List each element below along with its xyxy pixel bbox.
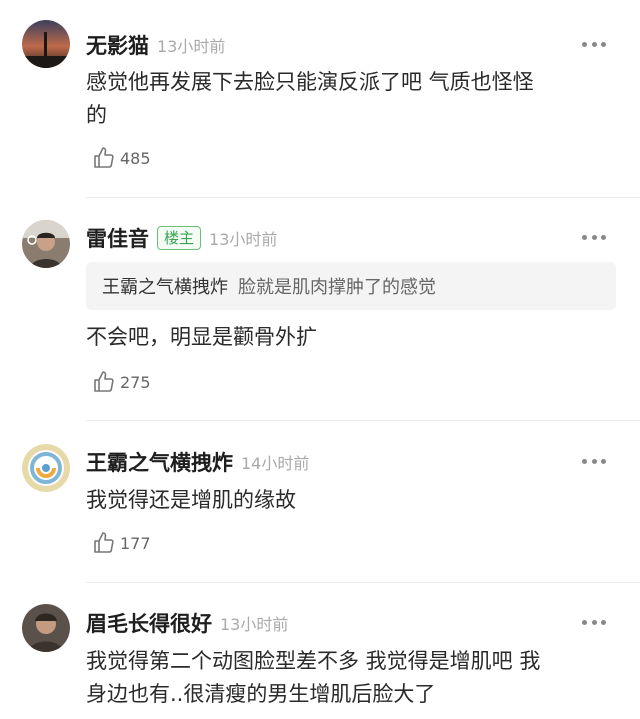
more-dots-icon[interactable]: [582, 618, 606, 626]
user-avatar[interactable]: [22, 444, 70, 492]
comment-header: 无影猫 13小时前: [86, 30, 225, 60]
more-dots-icon[interactable]: [582, 457, 606, 465]
username[interactable]: 雷佳音: [86, 223, 149, 253]
thumbs-up-icon: [94, 147, 114, 168]
like-count: 275: [120, 372, 151, 392]
sunset-photo-avatar-icon: [22, 20, 70, 68]
comment-text-line: 不会吧，明显是颧骨外扩: [86, 325, 317, 349]
timestamp: 14小时前: [241, 454, 310, 473]
thumbs-up-icon: [94, 532, 114, 553]
quote-text: 脸就是肌肉撑肿了的感觉: [238, 277, 436, 298]
username[interactable]: 无影猫: [86, 30, 149, 60]
person-photo-avatar-icon: [22, 604, 70, 652]
comment-header: 眉毛长得很好 13小时前: [86, 608, 288, 638]
comment-text: 我觉得还是增肌的缘故: [86, 484, 606, 517]
comment-text-line: 身边也有..很清瘦的男生增肌后脸大了: [86, 682, 436, 706]
comment-text-line: 的: [86, 103, 107, 127]
like-count: 177: [120, 533, 151, 553]
person-photo-avatar-icon: [22, 220, 70, 268]
like-count: 485: [120, 148, 151, 168]
comment-header: 雷佳音 楼主 13小时前: [86, 223, 277, 253]
more-dots-icon[interactable]: [582, 233, 606, 241]
more-dots-icon[interactable]: [582, 40, 606, 48]
comment-header: 王霸之气横拽炸 14小时前: [86, 447, 309, 477]
user-avatar[interactable]: [22, 220, 70, 268]
like-button[interactable]: 485: [92, 146, 151, 170]
divider: [86, 197, 640, 198]
timestamp: 13小时前: [220, 615, 289, 634]
divider: [86, 420, 640, 421]
like-button[interactable]: 177: [92, 531, 151, 555]
username[interactable]: 王霸之气横拽炸: [86, 447, 233, 477]
comment-text: 不会吧，明显是颧骨外扩: [86, 321, 606, 354]
user-avatar[interactable]: [22, 20, 70, 68]
comment-text-line: 我觉得第二个动图脸型差不多 我觉得是增肌吧 我: [86, 649, 541, 673]
timestamp: 13小时前: [157, 37, 226, 56]
comment-feed: 无影猫 13小时前 感觉他再发展下去脸只能演反派了吧 气质也怪怪 的 485 雷…: [0, 0, 640, 719]
comment-text: 我觉得第二个动图脸型差不多 我觉得是增肌吧 我 身边也有..很清瘦的男生增肌后脸…: [86, 645, 606, 711]
username[interactable]: 眉毛长得很好: [86, 608, 212, 638]
comment-text: 感觉他再发展下去脸只能演反派了吧 气质也怪怪 的: [86, 66, 606, 132]
like-button[interactable]: 275: [92, 370, 151, 394]
comment-text-line: 我觉得还是增肌的缘故: [86, 488, 296, 512]
quote-author[interactable]: 王霸之气横拽炸: [102, 273, 228, 299]
swirl-avatar-icon: [22, 444, 70, 492]
comment-text-line: 感觉他再发展下去脸只能演反派了吧 气质也怪怪: [86, 70, 534, 94]
quoted-reply[interactable]: 王霸之气横拽炸 脸就是肌肉撑肿了的感觉: [86, 262, 616, 310]
user-avatar[interactable]: [22, 604, 70, 652]
author-badge: 楼主: [157, 226, 202, 250]
thumbs-up-icon: [94, 371, 114, 392]
divider: [86, 582, 640, 583]
timestamp: 13小时前: [209, 230, 278, 249]
